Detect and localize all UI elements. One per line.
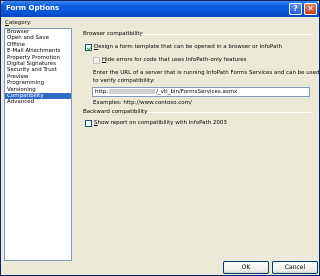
backward-compatibility-group-title: Backward compatibility [83,109,148,115]
cancel-button[interactable]: Cancel [272,261,318,274]
browser-compatibility-group-title: Browser compatibility [83,31,143,37]
show-report-checkbox[interactable] [85,120,92,127]
help-icon: ? [293,4,298,13]
hide-errors-checkbox[interactable] [93,57,100,64]
group-divider [141,34,313,35]
design-browser-checkbox[interactable] [85,44,92,51]
show-report-label[interactable]: Show report on compatibility with InfoPa… [94,120,227,126]
help-button[interactable]: ? [289,3,302,15]
close-icon: ✕ [307,4,314,13]
category-label: Category: [5,20,32,26]
url-description-line2: to verify compatibility: [93,78,155,84]
form-options-dialog: Form Options ? ✕ Category: Browser Open … [0,0,320,276]
category-item-advanced[interactable]: Advanced [5,99,71,105]
redacted-server-name [109,89,156,94]
close-button[interactable]: ✕ [304,3,317,15]
group-divider [147,112,313,113]
design-browser-label[interactable]: Design a form template that can be opene… [94,44,282,50]
category-list[interactable]: Browser Open and Save Offline E-Mail Att… [4,28,72,261]
dialog-title: Form Options [6,4,60,12]
ok-button[interactable]: OK [223,261,269,274]
url-description-line1: Enter the URL of a server that is runnin… [93,70,320,76]
url-example-text: Examples: http://www.contoso.com/ [93,100,192,106]
server-url-input[interactable]: http:/_vti_bin/FormsServices.asmx [92,87,310,97]
hide-errors-label[interactable]: Hide errors for code that uses InfoPath-… [102,57,247,63]
title-bar[interactable]: Form Options ? ✕ [1,1,319,17]
